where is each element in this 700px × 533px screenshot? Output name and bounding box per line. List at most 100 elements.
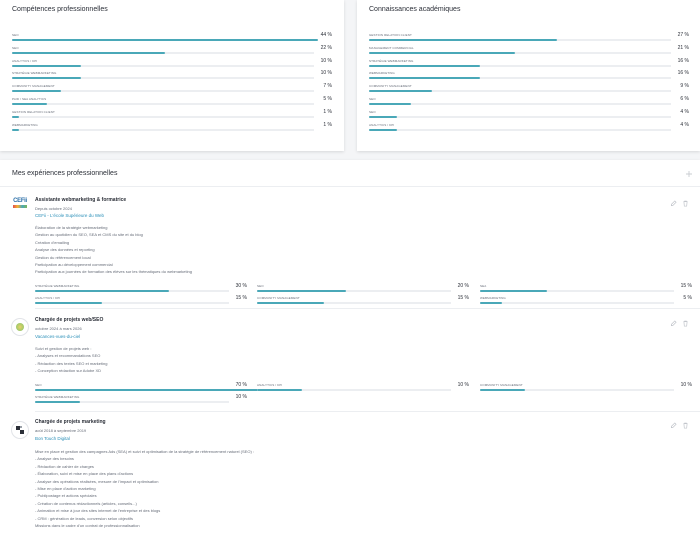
experience-company[interactable]: Bon Touch Digital <box>35 436 70 441</box>
description-line: - Rédaction des textes SEO et marketing <box>35 360 108 366</box>
skill-track <box>35 302 229 304</box>
skill-percentage: 5 % <box>323 96 332 102</box>
company-logo-mark <box>16 323 24 331</box>
experience-title: Chargée de projets marketing <box>35 419 106 425</box>
skill-name: Stratégie webmarketing <box>369 58 414 63</box>
edit-icon[interactable] <box>670 422 677 429</box>
skill-row: Stratégie webmarketing 10 % <box>35 394 247 405</box>
skill-track <box>257 290 451 292</box>
skill-name: Community management <box>257 296 300 300</box>
skill-bar <box>12 64 82 67</box>
skill-bar <box>480 389 525 391</box>
skill-row: Community management 9 % <box>369 83 689 94</box>
experience-company[interactable]: CEFii - L'école Supérieure du Web <box>35 213 104 218</box>
description-line: Participation au développement commercia… <box>35 262 113 268</box>
skill-bar <box>12 128 19 131</box>
skill-track <box>12 64 314 67</box>
skill-name: Analytics / KPI <box>257 383 283 387</box>
skill-bar <box>12 39 318 41</box>
skill-row: Analytics / KPI 15 % <box>35 295 247 306</box>
skill-row: SEO 70 % <box>35 382 348 393</box>
skill-row: Community management 15 % <box>257 295 469 306</box>
description-line: - Élaboration, suivi et mise en place de… <box>35 471 134 477</box>
skill-bar <box>35 302 102 304</box>
skill-bar <box>480 302 503 304</box>
skill-name: Community management <box>12 84 55 89</box>
description-line: Élaboration de la stratégie webmarketing <box>35 225 108 230</box>
description-line: Gestion du référencement local <box>35 254 91 260</box>
skill-bar <box>369 115 397 118</box>
delete-icon[interactable] <box>682 422 689 429</box>
experience-divider <box>35 308 700 309</box>
skill-percentage: 70 % <box>235 382 247 388</box>
edit-icon[interactable] <box>670 320 677 327</box>
experience-description: Suivi et gestion de projets web : - Analy… <box>35 345 107 375</box>
skill-row: Analytics / KPI 10 % <box>12 58 332 69</box>
skill-bar <box>369 39 557 41</box>
skill-row: Management commercial 21 % <box>369 45 689 56</box>
skill-row: Analytics / KPI 10 % <box>257 382 469 393</box>
skill-name: SEO <box>369 97 376 101</box>
company-logo-mark <box>20 426 22 428</box>
description-line: Suivi et gestion de projets web : <box>35 346 92 351</box>
skill-percentage: 22 % <box>320 44 332 51</box>
skill-name: Stratégie webmarketing <box>12 71 57 76</box>
description-line: Missions dans le cadre d'un contrat de p… <box>35 523 140 529</box>
plus-icon[interactable] <box>685 170 693 178</box>
skill-name: Management commercial <box>369 45 414 50</box>
experiences-title: Mes expériences professionnelles <box>12 170 118 177</box>
skill-bar <box>369 51 515 54</box>
skill-track <box>369 103 671 105</box>
skill-bar <box>12 51 165 54</box>
skill-name: SEO <box>257 284 264 288</box>
experience-company[interactable]: Vacances-vues-du-ciel <box>35 334 80 339</box>
delete-icon[interactable] <box>682 320 689 327</box>
skill-bar <box>257 389 302 391</box>
skill-track <box>369 115 671 118</box>
skill-track <box>35 389 348 391</box>
delete-icon[interactable] <box>682 200 689 207</box>
experience-title: Assistante webmarketing & formatrice <box>35 197 127 203</box>
description-line: Mise en place et gestion des campagnes A… <box>35 449 255 454</box>
skill-name: Analytics / KPI <box>12 58 38 63</box>
company-logo: CEFii <box>11 198 29 216</box>
skill-percentage: 16 % <box>677 57 689 64</box>
description-line: Gestion au quotidien du SEO, SEA et CMS … <box>35 232 143 238</box>
skill-track <box>12 128 314 131</box>
description-line: - Analyses et recommandations SEO <box>35 353 101 359</box>
edit-icon[interactable] <box>670 200 677 207</box>
skill-row: Webmarketing 16 % <box>369 70 689 81</box>
skill-track <box>369 128 671 131</box>
skill-row: SEO 20 % <box>257 283 469 294</box>
experience-title: Chargée de projets web/SEO <box>35 317 104 323</box>
skill-track <box>480 302 674 304</box>
skill-percentage: 1 % <box>323 108 332 115</box>
connaissances-card: Connaissances académiques Gestion relati… <box>357 0 700 151</box>
skill-track <box>369 51 671 54</box>
description-line: - Création de contenus rédactionnels (ar… <box>35 500 137 506</box>
skill-percentage: 15 % <box>235 295 247 301</box>
description-line: Analyse des données et reporting <box>35 247 95 253</box>
company-logo-text: CEFii <box>13 198 27 204</box>
skill-name: SEO <box>35 383 42 387</box>
skill-track <box>12 115 314 118</box>
skill-name: SEO <box>369 109 376 114</box>
skill-percentage: 4 % <box>680 108 689 115</box>
skill-percentage: 15 % <box>457 295 469 301</box>
skill-track <box>12 51 314 54</box>
skill-track <box>369 90 671 93</box>
skill-bar <box>369 103 411 105</box>
skill-row: Community management 10 % <box>480 382 692 393</box>
skill-bar <box>12 77 82 80</box>
skill-name: SEA <box>480 284 487 288</box>
skill-bar <box>257 290 347 292</box>
skill-name: Analytics / KPI <box>35 296 61 300</box>
skill-percentage: 6 % <box>680 96 689 102</box>
skill-percentage: 10 % <box>320 70 332 77</box>
description-line: - Conception rédaction sur Adobe XD <box>35 368 102 374</box>
skill-row: Gestion relation client 1 % <box>12 108 332 120</box>
skill-name: Webmarketing <box>369 71 395 76</box>
skill-row: Stratégie webmarketing 16 % <box>369 57 689 69</box>
skill-name: Paid / SEA Analytics <box>12 97 47 101</box>
experience-description: Mise en place et gestion des campagnes A… <box>35 448 254 529</box>
